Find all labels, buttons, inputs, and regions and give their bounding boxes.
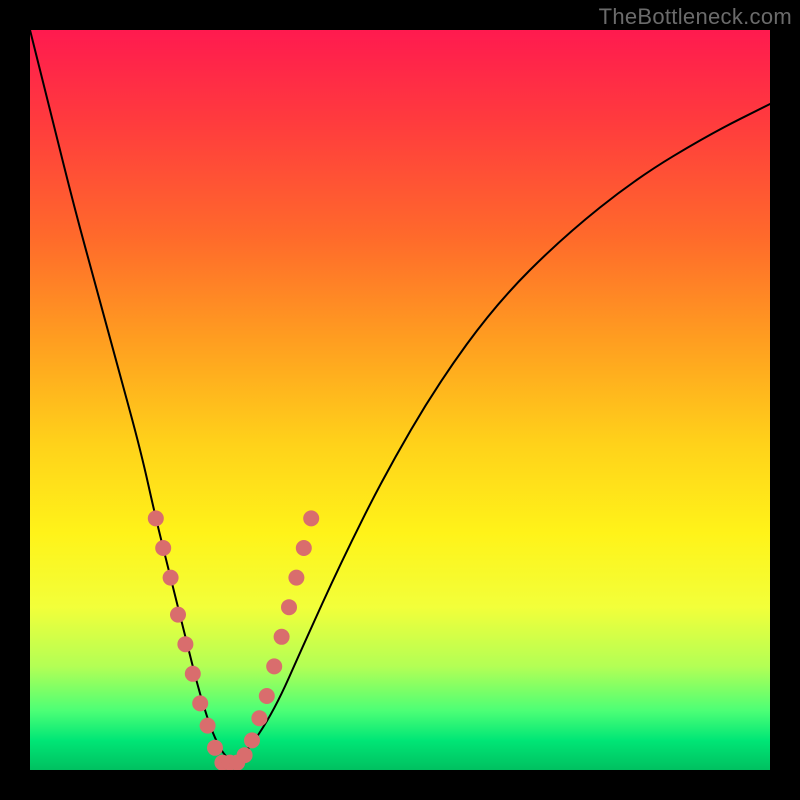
- highlight-dot: [237, 747, 253, 763]
- highlight-dot: [185, 666, 201, 682]
- highlight-dot: [170, 607, 186, 623]
- highlight-dot: [251, 710, 267, 726]
- highlight-dot: [148, 510, 164, 526]
- highlight-dot: [266, 658, 282, 674]
- highlight-dot: [177, 636, 193, 652]
- highlight-dot: [303, 510, 319, 526]
- highlight-dot: [296, 540, 312, 556]
- highlight-dot: [200, 718, 216, 734]
- highlight-dot: [163, 570, 179, 586]
- curve-layer: [30, 30, 770, 770]
- highlight-dot: [155, 540, 171, 556]
- watermark-label: TheBottleneck.com: [599, 4, 792, 30]
- highlight-dot: [192, 695, 208, 711]
- highlight-dots: [148, 510, 319, 770]
- highlight-dot: [274, 629, 290, 645]
- highlight-dot: [259, 688, 275, 704]
- bottleneck-curve: [30, 30, 770, 760]
- highlight-dot: [281, 599, 297, 615]
- plot-area: [30, 30, 770, 770]
- highlight-dot: [244, 732, 260, 748]
- highlight-dot: [207, 740, 223, 756]
- chart-stage: TheBottleneck.com: [0, 0, 800, 800]
- highlight-dot: [288, 570, 304, 586]
